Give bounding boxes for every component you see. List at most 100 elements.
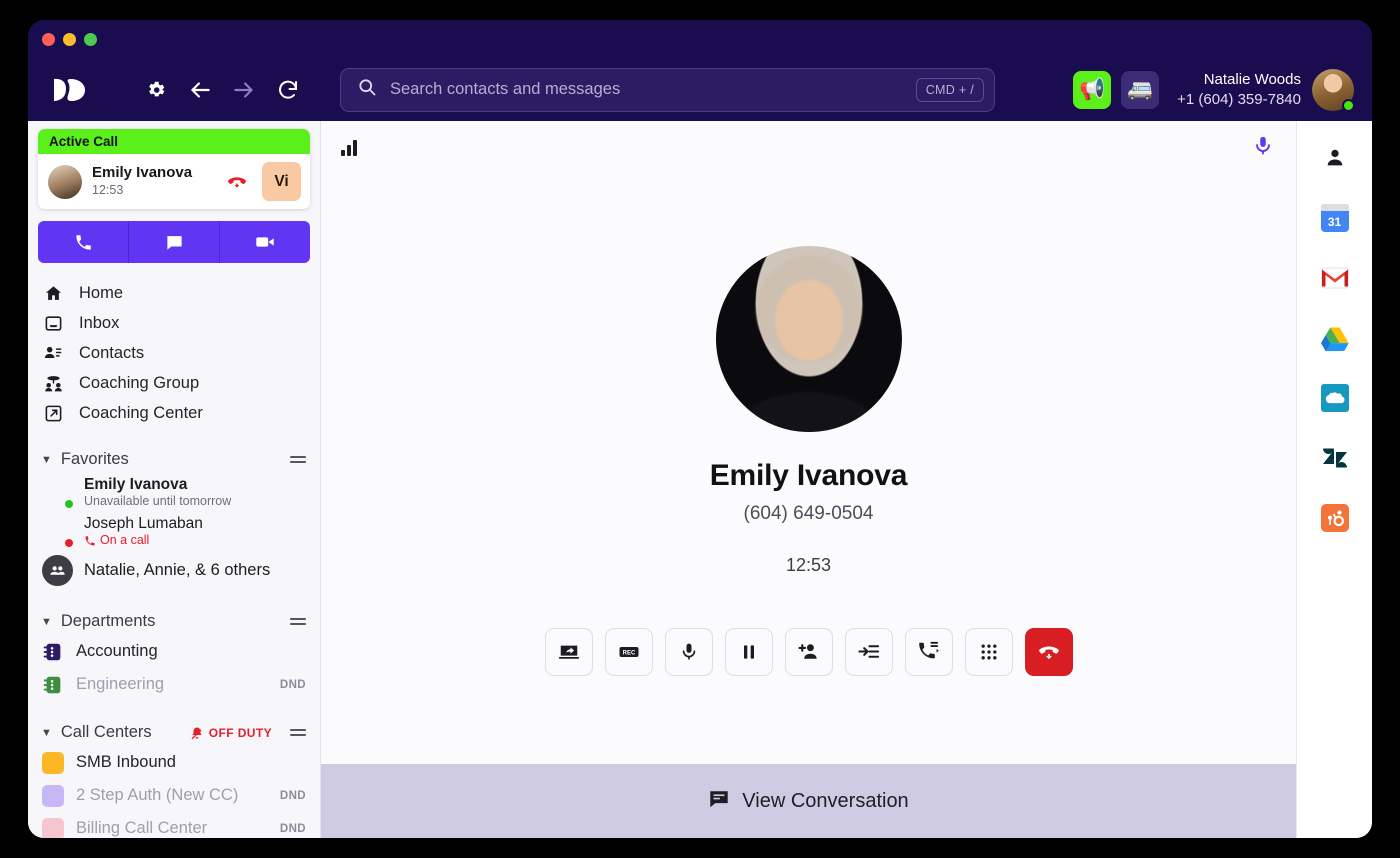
- dnd-badge: DND: [279, 678, 306, 691]
- mute-button[interactable]: [664, 627, 713, 676]
- call-controls: REC: [544, 627, 1073, 676]
- active-call-card: Active Call Emily Ivanova 12:53 Vi: [38, 129, 310, 209]
- call-center-color-swatch: [42, 817, 64, 838]
- avatar: [42, 477, 74, 509]
- sidebar-item-label: Home: [79, 283, 124, 302]
- dialpad-logo[interactable]: [46, 73, 92, 107]
- maximize-button[interactable]: [84, 32, 97, 46]
- minimize-button[interactable]: [63, 32, 76, 46]
- departments-header[interactable]: ▼ Departments: [28, 608, 320, 635]
- list-item[interactable]: Engineering DND: [28, 668, 320, 701]
- sidebar-item-label: Coaching Group: [79, 373, 200, 392]
- call-flip-button[interactable]: [904, 627, 953, 676]
- call-panel: Emily Ivanova (604) 649-0504 12:53 REC V…: [321, 121, 1296, 838]
- presence-indicator: [64, 499, 74, 509]
- toolbar-right-group: 📢 🚐 Natalie Woods +1 (604) 359-7840: [1073, 68, 1358, 112]
- right-rail: 31: [1296, 121, 1372, 838]
- keypad-button[interactable]: [964, 627, 1013, 676]
- list-item[interactable]: SMB Inbound: [28, 746, 320, 779]
- department-icon: [42, 674, 64, 696]
- department-icon: [42, 641, 64, 663]
- van-icon[interactable]: 🚐: [1121, 70, 1160, 109]
- rail-google-calendar-icon[interactable]: 31: [1318, 201, 1352, 235]
- titlebar: [28, 20, 1372, 58]
- rail-google-drive-icon[interactable]: [1318, 321, 1352, 355]
- list-item[interactable]: Natalie, Annie, & 6 others: [28, 551, 320, 590]
- active-call-header: Active Call: [38, 129, 310, 154]
- chevron-down-icon[interactable]: ▼: [41, 727, 52, 739]
- microphone-icon[interactable]: [1252, 134, 1274, 163]
- top-toolbar: Search contacts and messages CMD + / 📢 🚐…: [28, 58, 1372, 121]
- view-conversation-button[interactable]: View Conversation: [321, 764, 1296, 838]
- department-label: Accounting: [76, 642, 158, 660]
- sidebar-item-home[interactable]: Home: [28, 278, 320, 308]
- list-item[interactable]: Emily Ivanova Unavailable until tomorrow: [28, 473, 320, 512]
- call-center-label: SMB Inbound: [76, 753, 176, 771]
- forward-button[interactable]: [222, 70, 266, 110]
- chevron-down-icon[interactable]: ▼: [41, 454, 52, 466]
- drag-handle[interactable]: [290, 455, 306, 465]
- add-participant-button[interactable]: [784, 627, 833, 676]
- rail-zendesk-icon[interactable]: [1318, 441, 1352, 475]
- close-button[interactable]: [42, 32, 55, 46]
- section-title: Departments: [60, 612, 156, 630]
- quick-call-button[interactable]: [38, 221, 129, 263]
- departments-section: ▼ Departments Accounting Engineering DND: [28, 608, 320, 701]
- settings-button[interactable]: [134, 70, 178, 110]
- video-badge[interactable]: Vi: [262, 162, 301, 201]
- call-center-color-swatch: [42, 751, 64, 774]
- back-button[interactable]: [178, 70, 222, 110]
- announcement-icon[interactable]: 📢: [1073, 70, 1112, 109]
- hold-button[interactable]: [724, 627, 773, 676]
- sidebar-item-contacts[interactable]: Contacts: [28, 338, 320, 368]
- department-label: Engineering: [76, 675, 165, 693]
- signal-strength-icon: [341, 140, 357, 156]
- end-call-button[interactable]: [1024, 627, 1073, 676]
- sidebar-item-coaching-center[interactable]: Coaching Center: [28, 398, 320, 428]
- quick-video-button[interactable]: [220, 221, 310, 263]
- call-centers-header[interactable]: ▼ Call Centers OFF DUTY: [28, 719, 320, 746]
- dnd-badge: DND: [279, 789, 306, 802]
- record-button[interactable]: REC: [604, 627, 653, 676]
- rail-contact-icon[interactable]: [1318, 141, 1352, 175]
- list-item[interactable]: Accounting: [28, 635, 320, 668]
- list-item[interactable]: Billing Call Center DND: [28, 812, 320, 838]
- search-bar[interactable]: Search contacts and messages CMD + /: [340, 67, 995, 112]
- search-input[interactable]: Search contacts and messages: [390, 80, 903, 99]
- transfer-button[interactable]: [844, 627, 893, 676]
- hangup-icon[interactable]: [222, 167, 252, 197]
- user-name: Natalie Woods: [1203, 70, 1301, 88]
- active-call-avatar: [48, 164, 82, 199]
- callee-phone: (604) 649-0504: [743, 502, 874, 524]
- calendar-day-number: 31: [1320, 204, 1349, 232]
- drag-handle[interactable]: [290, 617, 306, 627]
- bell-off-icon: [191, 726, 202, 739]
- rail-salesforce-icon[interactable]: [1318, 381, 1352, 415]
- sidebar-item-label: Contacts: [79, 343, 145, 362]
- contact-name: Joseph Lumaban: [84, 515, 203, 532]
- call-center-label: Billing Call Center: [76, 819, 208, 837]
- view-conversation-label: View Conversation: [742, 789, 909, 812]
- active-call-contact-name: Emily Ivanova: [92, 164, 193, 182]
- list-item[interactable]: 2 Step Auth (New CC) DND: [28, 779, 320, 812]
- favorites-header[interactable]: ▼ Favorites: [28, 446, 320, 473]
- hubspot-sprocket-icon: [1320, 504, 1349, 532]
- list-item[interactable]: Joseph Lumaban On a call: [28, 512, 320, 551]
- contacts-icon: [42, 343, 64, 363]
- rail-hubspot-icon[interactable]: [1318, 501, 1352, 535]
- quick-message-button[interactable]: [129, 221, 220, 263]
- search-icon: [357, 77, 377, 102]
- drag-handle[interactable]: [290, 728, 306, 738]
- user-menu[interactable]: Natalie Woods +1 (604) 359-7840: [1177, 68, 1355, 112]
- chevron-down-icon[interactable]: ▼: [41, 616, 52, 628]
- avatar[interactable]: [1312, 68, 1355, 112]
- screen-share-button[interactable]: [544, 627, 593, 676]
- sidebar-item-coaching-group[interactable]: Coaching Group: [28, 368, 320, 398]
- active-call-row[interactable]: Emily Ivanova 12:53 Vi: [38, 154, 310, 209]
- off-duty-badge[interactable]: OFF DUTY: [190, 726, 272, 740]
- reload-button[interactable]: [266, 70, 310, 110]
- phone-icon: [85, 536, 95, 546]
- user-phone: +1 (604) 359-7840: [1177, 90, 1301, 108]
- rail-gmail-icon[interactable]: [1318, 261, 1352, 295]
- sidebar-item-inbox[interactable]: Inbox: [28, 308, 320, 338]
